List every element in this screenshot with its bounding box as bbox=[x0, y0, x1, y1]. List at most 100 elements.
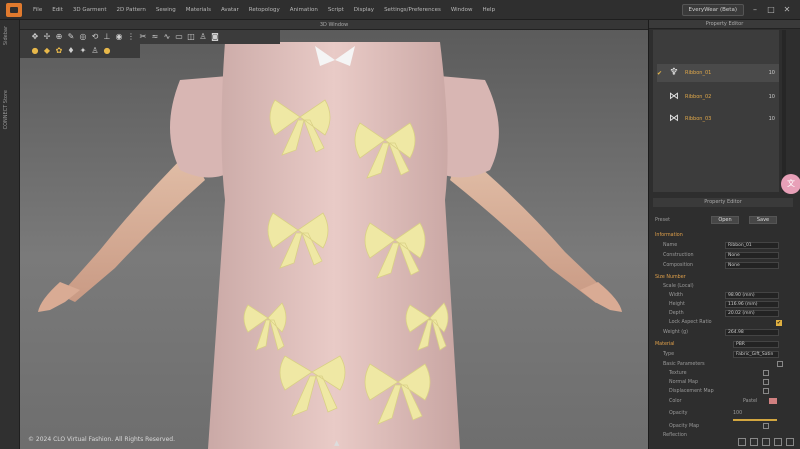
menu-materials[interactable]: Materials bbox=[181, 7, 216, 13]
opacity-slider[interactable] bbox=[733, 418, 777, 421]
select-icon[interactable]: ✥ bbox=[30, 32, 40, 42]
item-name: Ribbon_02 bbox=[685, 94, 712, 100]
trim-add-icon[interactable]: ♦ bbox=[66, 46, 76, 56]
menu-display[interactable]: Display bbox=[349, 7, 379, 13]
collapse-arrow-icon[interactable]: ▲ bbox=[334, 439, 339, 447]
menu-right: EveryWear (Beta) – □ ✕ bbox=[681, 0, 800, 20]
sidebar-tab[interactable]: Sidebar bbox=[3, 26, 9, 45]
material-section[interactable]: Material bbox=[655, 342, 675, 347]
name-field[interactable]: Ribbon_01 bbox=[725, 242, 779, 249]
edit-icon[interactable] bbox=[777, 361, 783, 367]
simulation-icon[interactable]: ◎ bbox=[78, 32, 88, 42]
ribbon-thumbnail-icon: ⋈ bbox=[669, 91, 679, 102]
lock-aspect-checkbox[interactable]: ✔ bbox=[776, 319, 782, 326]
object-browser: ✔ ♆ Ribbon_01 10 ⋈ Ribbon_02 10 ⋈ Ribbon… bbox=[653, 30, 779, 192]
item-count: 10 bbox=[768, 94, 775, 100]
puckering-icon[interactable]: ∿ bbox=[162, 32, 172, 42]
preset-row: Preset Open Save bbox=[653, 216, 793, 225]
list-item[interactable]: ⋈ Ribbon_02 10 bbox=[657, 88, 779, 106]
button-icon[interactable]: ◉ bbox=[114, 32, 124, 42]
menu-avatar[interactable]: Avatar bbox=[216, 7, 244, 13]
normal-map-icon[interactable] bbox=[763, 379, 769, 385]
pin-icon[interactable]: ⊕ bbox=[54, 32, 64, 42]
trim-rotate-icon[interactable]: ✿ bbox=[54, 46, 64, 56]
color-swatch[interactable] bbox=[769, 398, 777, 404]
material-type-select[interactable]: PBR bbox=[733, 341, 779, 348]
left-sidebar: Sidebar CONNECT Store bbox=[0, 20, 20, 449]
layout-icon[interactable] bbox=[738, 438, 746, 446]
bottom-toolbar bbox=[738, 438, 794, 446]
trim-avatar-icon[interactable]: ♙ bbox=[90, 46, 100, 56]
trim-select-icon[interactable]: ● bbox=[30, 46, 40, 56]
connect-store-tab[interactable]: CONNECT Store bbox=[3, 90, 9, 129]
fabric-select[interactable]: Fabric_Gift_Satin bbox=[733, 351, 779, 358]
construction-field[interactable]: None bbox=[725, 252, 779, 259]
topstitch-icon[interactable]: ≈ bbox=[150, 32, 160, 42]
brush-icon[interactable]: ✎ bbox=[66, 32, 76, 42]
maximize-icon[interactable]: □ bbox=[766, 5, 776, 15]
menu-script[interactable]: Script bbox=[323, 7, 349, 13]
menu-retopology[interactable]: Retopology bbox=[244, 7, 285, 13]
trim-attach-icon[interactable]: ● bbox=[102, 46, 112, 56]
check-icon: ✔ bbox=[657, 69, 663, 77]
menu-animation[interactable]: Animation bbox=[285, 7, 323, 13]
copyright-text: © 2024 CLO Virtual Fashion. All Rights R… bbox=[28, 436, 176, 443]
size-section[interactable]: Size Number bbox=[655, 275, 686, 280]
item-count: 10 bbox=[768, 116, 775, 122]
right-panel: Property Editor ✔ ♆ Ribbon_01 10 ⋈ Ribbo… bbox=[648, 20, 800, 449]
translate-icon[interactable]: 文 bbox=[781, 174, 800, 194]
menu-3d-garment[interactable]: 3D Garment bbox=[68, 7, 112, 13]
measure-icon[interactable]: ⊥ bbox=[102, 32, 112, 42]
menu-file[interactable]: File bbox=[28, 7, 47, 13]
fold-icon[interactable]: ⟲ bbox=[90, 32, 100, 42]
menu-settings[interactable]: Settings/Preferences bbox=[379, 7, 446, 13]
width-field[interactable]: 98.90 (mm) bbox=[725, 292, 779, 299]
depth-field[interactable]: 20.02 (mm) bbox=[725, 310, 779, 317]
move-icon[interactable]: ✢ bbox=[42, 32, 52, 42]
item-name: Ribbon_03 bbox=[685, 116, 712, 122]
menu-sewing[interactable]: Sewing bbox=[151, 7, 181, 13]
menu-2d-pattern[interactable]: 2D Pattern bbox=[112, 7, 151, 13]
ribbon-thumbnail-icon: ♆ bbox=[669, 67, 679, 78]
camera-icon[interactable]: ◙ bbox=[210, 32, 220, 42]
app-logo bbox=[6, 2, 22, 17]
height-field[interactable]: 116.96 (mm) bbox=[725, 301, 779, 308]
3d-window[interactable]: 3D Window ✥ ✢ ⊕ ✎ ◎ ⟲ ⊥ ◉ ⋮ ✂ ≈ ∿ ▭ ◫ ♙ … bbox=[20, 20, 648, 449]
ribbon-thumbnail-icon: ⋈ bbox=[669, 113, 679, 124]
avatar-icon[interactable]: ♙ bbox=[198, 32, 208, 42]
avatar-scene[interactable] bbox=[20, 20, 648, 449]
grid-icon[interactable] bbox=[750, 438, 758, 446]
trim-scale-icon[interactable]: ✦ bbox=[78, 46, 88, 56]
menu-edit[interactable]: Edit bbox=[47, 7, 68, 13]
texture-icon[interactable] bbox=[763, 370, 769, 376]
item-count: 10 bbox=[768, 70, 775, 76]
viewport-title: 3D Window bbox=[20, 20, 648, 30]
list-item[interactable]: ✔ ♆ Ribbon_01 10 bbox=[657, 64, 779, 82]
viewport-toolbar-top: ✥ ✢ ⊕ ✎ ◎ ⟲ ⊥ ◉ ⋮ ✂ ≈ ∿ ▭ ◫ ♙ ◙ bbox=[20, 30, 280, 44]
object-browser-scrollbar[interactable] bbox=[782, 30, 786, 192]
list-item[interactable]: ⋈ Ribbon_03 10 bbox=[657, 110, 779, 128]
save-button[interactable]: Save bbox=[749, 216, 777, 224]
information-section[interactable]: Information bbox=[655, 233, 683, 238]
window-icon[interactable] bbox=[762, 438, 770, 446]
zipper-icon[interactable]: ⋮ bbox=[126, 32, 136, 42]
displacement-map-icon[interactable] bbox=[763, 388, 769, 394]
close-icon[interactable]: ✕ bbox=[782, 5, 792, 15]
composition-field[interactable]: None bbox=[725, 262, 779, 269]
property-editor: Property Editor Preset Open Save Informa… bbox=[653, 198, 793, 449]
workspace-selector[interactable]: EveryWear (Beta) bbox=[681, 4, 744, 16]
expand-icon[interactable] bbox=[786, 438, 794, 446]
minimize-icon[interactable]: – bbox=[750, 5, 760, 15]
opacity-map-icon[interactable] bbox=[763, 423, 769, 429]
tape-icon[interactable]: ▭ bbox=[174, 32, 184, 42]
panel-icon[interactable] bbox=[774, 438, 782, 446]
trim-icon[interactable]: ✂ bbox=[138, 32, 148, 42]
weight-field[interactable]: 264.98 bbox=[725, 329, 779, 336]
trim-move-icon[interactable]: ◆ bbox=[42, 46, 52, 56]
menu-help[interactable]: Help bbox=[478, 7, 501, 13]
object-browser-title: Property Editor bbox=[649, 20, 800, 29]
graphic-icon[interactable]: ◫ bbox=[186, 32, 196, 42]
left-arm bbox=[60, 150, 205, 302]
menu-window[interactable]: Window bbox=[446, 7, 478, 13]
open-button[interactable]: Open bbox=[711, 216, 739, 224]
